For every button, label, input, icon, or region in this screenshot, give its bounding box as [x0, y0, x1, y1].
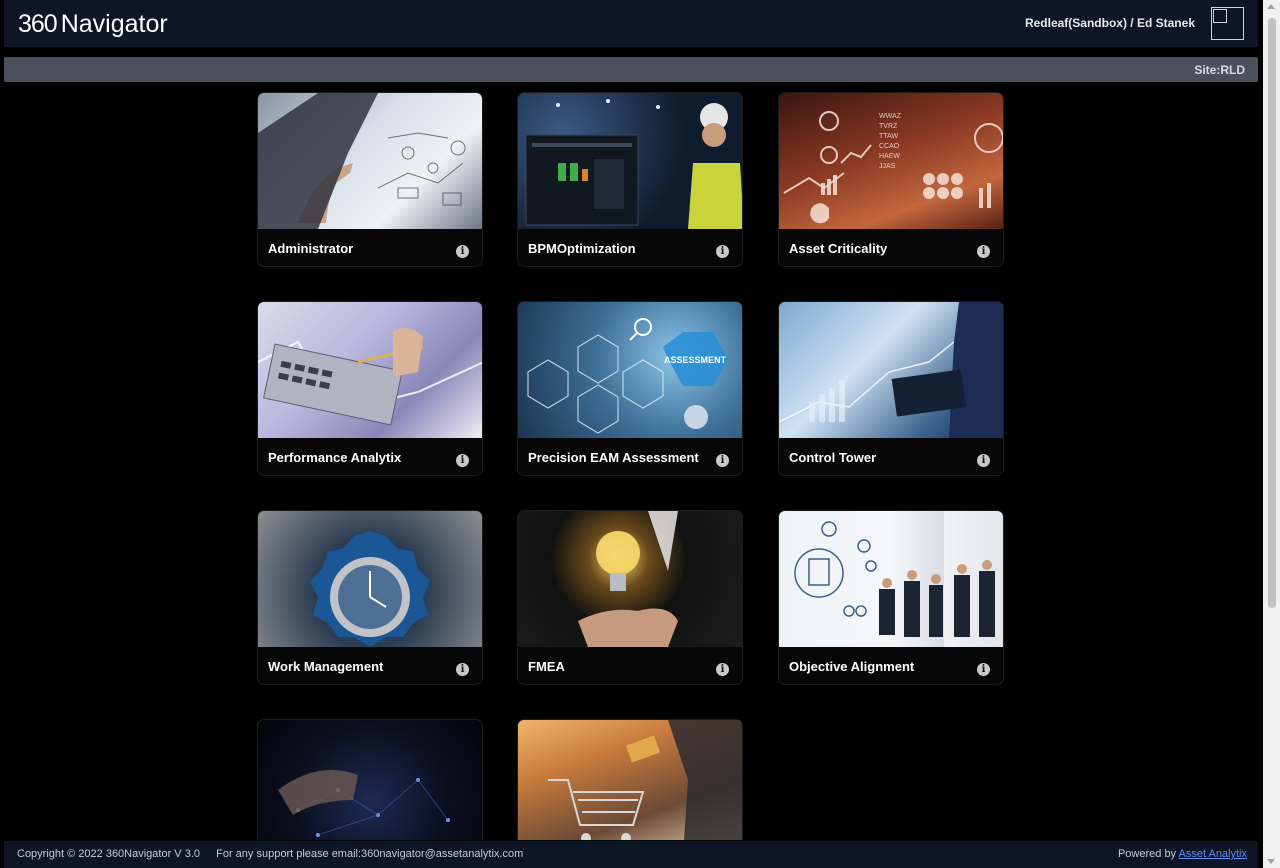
module-tile-control-tower[interactable]: Control Tower i — [778, 301, 1004, 476]
module-image — [258, 720, 482, 840]
scrollbar-thumb[interactable] — [1268, 18, 1276, 608]
calculator-illustration — [258, 328, 482, 426]
powered-by: Powered by Asset Analytix — [1118, 848, 1247, 860]
info-icon[interactable]: i — [456, 663, 469, 676]
gear-clock-illustration — [310, 531, 430, 647]
info-icon[interactable]: i — [977, 454, 990, 467]
info-icon[interactable]: i — [456, 245, 469, 258]
tablet-graph-illustration — [779, 302, 1003, 438]
module-grid: Administrator i BPMOptimization i WWAZ T… — [0, 0, 1263, 840]
module-image — [779, 302, 1003, 438]
tile-label: Administrator — [268, 241, 354, 256]
svg-text:WWAZ: WWAZ — [879, 113, 902, 120]
svg-text:ASSESSMENT: ASSESSMENT — [664, 355, 727, 365]
asset-analytix-link[interactable]: Asset Analytix — [1179, 848, 1247, 860]
info-icon[interactable]: i — [716, 454, 729, 467]
svg-text:HAEW: HAEW — [879, 153, 900, 160]
engineer-monitor-illustration — [525, 99, 742, 229]
module-image — [518, 93, 742, 229]
touch-screen-illustration — [258, 93, 466, 229]
tile-label: FMEA — [528, 659, 565, 674]
svg-text:JJAS: JJAS — [879, 163, 896, 170]
module-image — [258, 93, 482, 229]
support-text: For any support please email:360navigato… — [216, 848, 524, 860]
module-image: WWAZ TVRZ TTAW CCAO HAEW JJAS — [779, 93, 1003, 229]
module-tile-administrator[interactable]: Administrator i — [257, 92, 483, 267]
footer-info: Copyright © 2022 360Navigator V 3.0 For … — [17, 848, 523, 860]
module-tile-fmea[interactable]: FMEA i — [517, 510, 743, 685]
tile-label: Control Tower — [789, 450, 877, 465]
module-tile-performance-analytix[interactable]: Performance Analytix i — [257, 301, 483, 476]
footer: Copyright © 2022 360Navigator V 3.0 For … — [4, 841, 1258, 868]
info-icon[interactable]: i — [977, 663, 990, 676]
scroll-up-arrow-icon[interactable] — [1267, 4, 1275, 9]
data-network-illustration — [278, 770, 450, 837]
svg-text:CCAO: CCAO — [879, 143, 900, 150]
vertical-scrollbar[interactable] — [1263, 0, 1280, 868]
tile-label: Performance Analytix — [268, 450, 402, 465]
module-image: ASSESSMENT — [518, 302, 742, 438]
tile-label: Objective Alignment — [789, 659, 915, 674]
assessment-hexagons-illustration: ASSESSMENT — [527, 318, 728, 434]
business-meeting-illustration — [794, 511, 1003, 647]
info-icon[interactable]: i — [716, 663, 729, 676]
lightbulb-hand-illustration — [578, 511, 678, 647]
info-icon[interactable]: i — [716, 245, 729, 258]
tile-label: Asset Criticality — [789, 241, 888, 256]
info-icon[interactable]: i — [456, 454, 469, 467]
tile-label: Work Management — [268, 659, 384, 674]
module-image — [779, 511, 1003, 647]
module-tile-shopping-cart[interactable] — [517, 719, 743, 840]
module-image — [518, 511, 742, 647]
svg-text:TTAW: TTAW — [879, 133, 898, 140]
shopping-cart-illustration — [548, 720, 742, 840]
svg-text:TVRZ: TVRZ — [879, 123, 898, 130]
module-tile-objective-alignment[interactable]: Objective Alignment i — [778, 510, 1004, 685]
module-image — [258, 302, 482, 438]
scroll-down-arrow-icon[interactable] — [1267, 859, 1275, 864]
tile-label: BPMOptimization — [528, 241, 636, 256]
module-tile-data-network[interactable] — [257, 719, 483, 840]
copyright-text: Copyright © 2022 360Navigator V 3.0 — [17, 848, 200, 860]
orange-dashboard-illustration: WWAZ TVRZ TTAW CCAO HAEW JJAS — [783, 111, 1003, 224]
powered-by-text: Powered by — [1117, 848, 1177, 860]
module-tile-bpmoptimization[interactable]: BPMOptimization i — [517, 92, 743, 267]
module-image — [518, 720, 742, 840]
info-icon[interactable]: i — [977, 245, 990, 258]
module-image — [258, 511, 482, 647]
module-tile-asset-criticality[interactable]: WWAZ TVRZ TTAW CCAO HAEW JJAS Asset Critical… — [778, 92, 1004, 267]
module-tile-precision-eam-assessment[interactable]: ASSESSMENT Precision EAM Assessment i — [517, 301, 743, 476]
tile-label: Precision EAM Assessment — [528, 450, 699, 465]
module-tile-work-management[interactable]: Work Management i — [257, 510, 483, 685]
